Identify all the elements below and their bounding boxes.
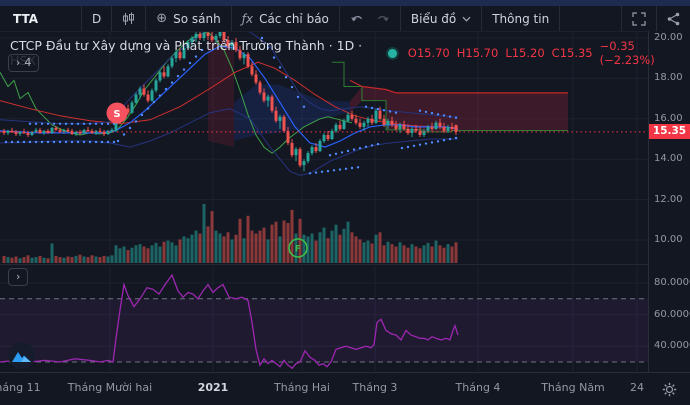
chevron-right-icon: › bbox=[16, 270, 21, 283]
time-axis-label: Tháng 3 bbox=[352, 381, 398, 394]
trading-chart-app: TTA D ⊕ So sánh ƒx Các chỉ báo Biểu đồ T… bbox=[0, 0, 690, 405]
market-status-dot-icon bbox=[386, 46, 399, 60]
ohlc-low: L15.20 bbox=[505, 46, 545, 60]
time-axis-label: Tháng Mười hai bbox=[67, 381, 153, 394]
ohlc-open: O15.70 bbox=[407, 46, 450, 60]
time-axis-label: Tháng 4 bbox=[455, 381, 501, 394]
indicator-axis-label: 40.0000 bbox=[654, 340, 690, 352]
collapse-indicators-button[interactable]: › 4 bbox=[8, 54, 40, 72]
indicator-axis-label: 60.0000 bbox=[654, 308, 690, 320]
price-axis-label: 14.00 bbox=[654, 153, 683, 165]
price-axis-label: 12.00 bbox=[654, 193, 683, 205]
indicator-count: 4 bbox=[24, 56, 32, 69]
svg-text:F: F bbox=[295, 245, 301, 255]
axis-settings-button[interactable] bbox=[655, 379, 683, 399]
mountain-logo-icon bbox=[12, 351, 31, 362]
indicator-axis-label: 80.0000 bbox=[654, 277, 690, 288]
svg-text:S: S bbox=[113, 109, 120, 120]
broker-logo[interactable] bbox=[8, 342, 35, 369]
last-price-badge: 15.35 bbox=[649, 123, 690, 139]
price-axis-label: 10.00 bbox=[654, 234, 683, 245]
pane-separator[interactable] bbox=[0, 264, 690, 265]
price-axis-label: 18.00 bbox=[654, 72, 683, 84]
legend: CTCP Đầu tư Xây dựng và Phát triển Trườn… bbox=[10, 38, 690, 68]
price-axis[interactable]: 15.35 20.00 18.00 16.00 14.00 12.00 10.00 80.0… bbox=[648, 31, 690, 372]
gear-icon bbox=[662, 382, 676, 396]
instrument-title[interactable]: CTCP Đầu tư Xây dựng và Phát triển Trườn… bbox=[10, 38, 377, 68]
ohlc-close: C15.35 bbox=[551, 46, 593, 60]
time-axis[interactable]: háng 11Tháng Mười hai2021Tháng HaiTháng … bbox=[0, 372, 690, 405]
collapse-pane-button[interactable]: › bbox=[8, 268, 29, 286]
price-axis-label: 16.00 bbox=[654, 112, 683, 124]
chevron-right-icon: › bbox=[16, 56, 21, 69]
price-change: −0.35 (−2.23%) bbox=[599, 39, 655, 67]
ohlc-high: H15.70 bbox=[456, 46, 499, 60]
